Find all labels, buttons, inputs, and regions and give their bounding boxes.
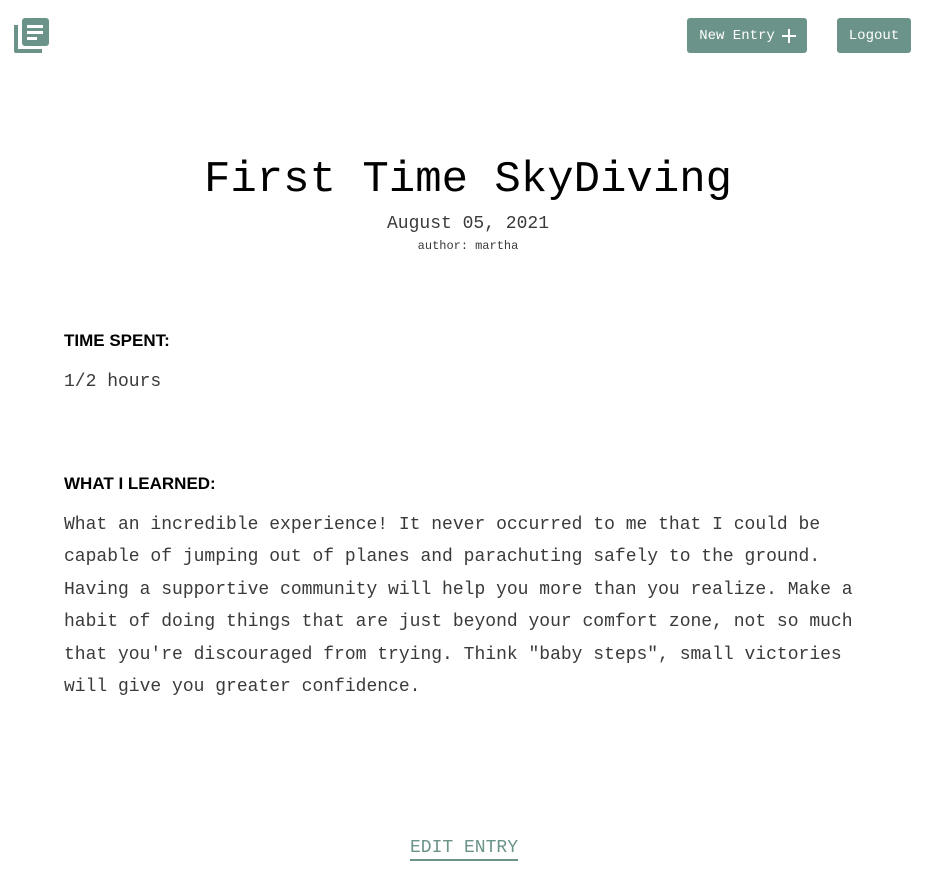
- entry-date: August 05, 2021: [386, 214, 550, 234]
- journal-icon[interactable]: [14, 17, 50, 53]
- logout-button[interactable]: Logout: [837, 18, 911, 53]
- author-name: martha: [475, 239, 519, 253]
- edit-entry-link[interactable]: EDIT ENTRY: [410, 838, 519, 861]
- entry-title: First Time SkyDiving: [203, 155, 733, 205]
- author-prefix: author:: [417, 239, 469, 253]
- time-spent-value: 1/2 hours: [64, 372, 162, 392]
- what-i-learned-label: WHAT I LEARNED:: [64, 474, 216, 493]
- time-spent-label: TIME SPENT:: [64, 331, 170, 350]
- plus-icon: [781, 28, 797, 44]
- what-i-learned-text: What an incredible experience! It never …: [64, 515, 853, 698]
- new-entry-button[interactable]: New Entry: [687, 18, 807, 53]
- entry-author: author: martha: [0, 239, 936, 253]
- new-entry-label: New Entry: [699, 27, 775, 44]
